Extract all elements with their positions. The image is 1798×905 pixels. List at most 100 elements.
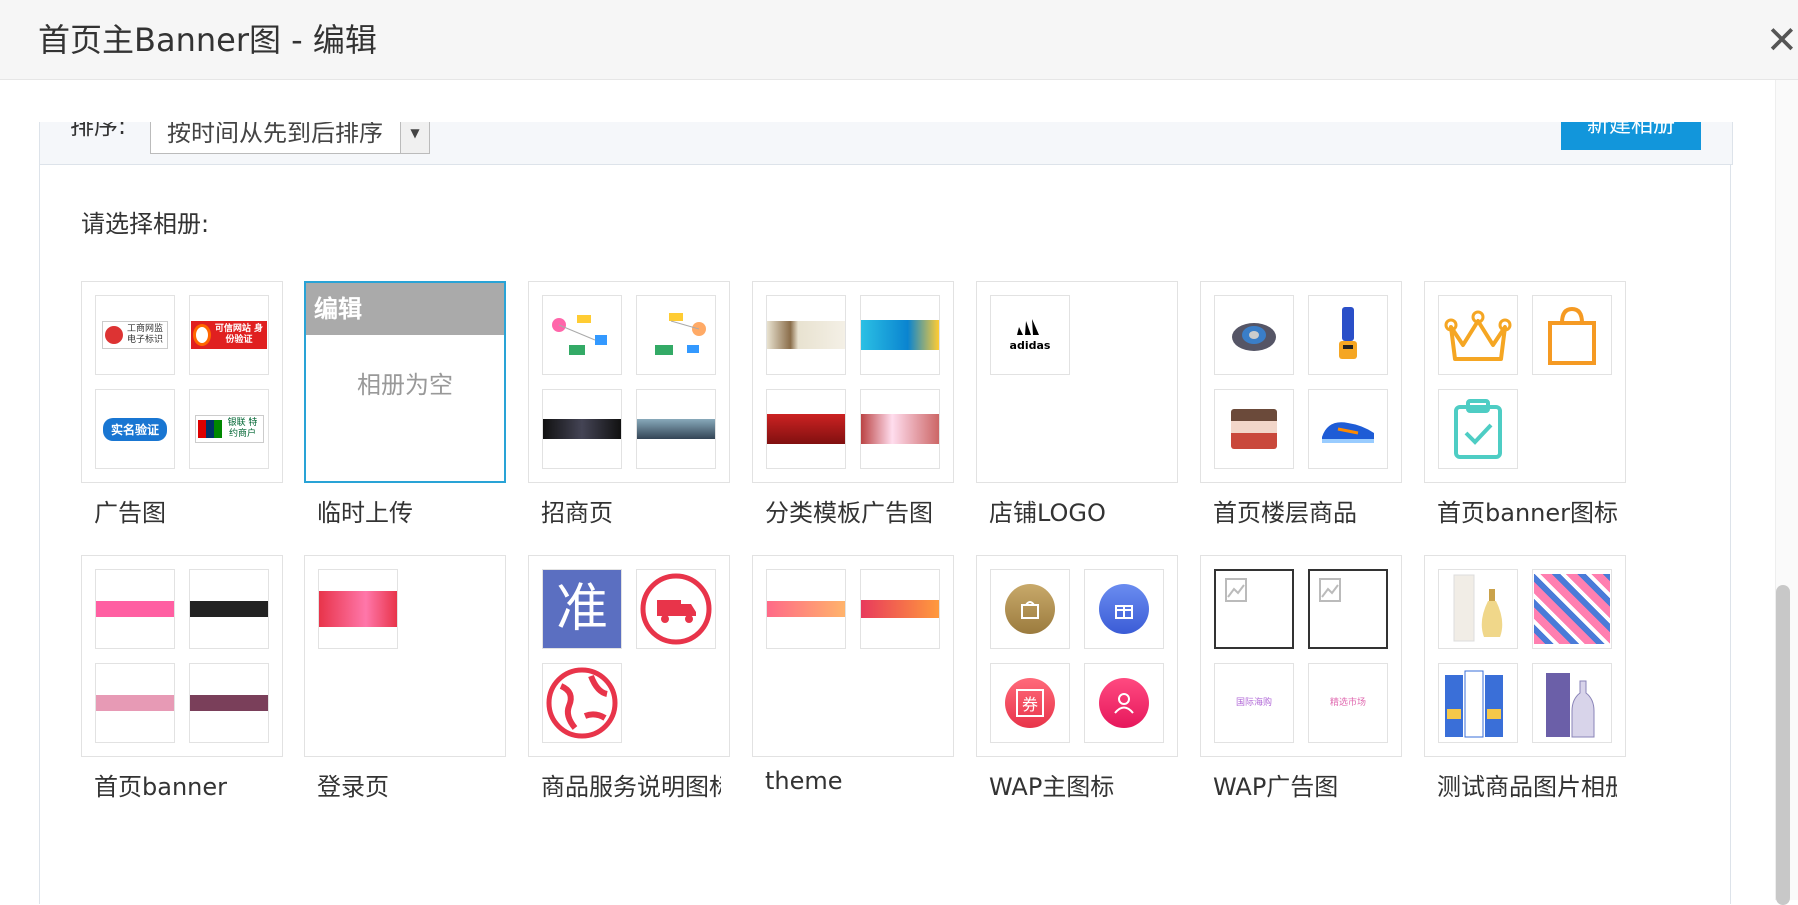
dialog-title: 首页主Banner图 - 编辑 (38, 21, 377, 59)
album-cover[interactable]: 编辑 相册为空 (304, 281, 506, 483)
album-cover[interactable]: adidas (976, 281, 1178, 483)
album-thumb (860, 389, 940, 469)
album-thumb (636, 389, 716, 469)
album-name: 测试商品图片相册 (1437, 773, 1617, 801)
album-thumb (542, 389, 622, 469)
robot-vacuum-image (1232, 323, 1276, 351)
album-name: WAP主图标 (989, 773, 1115, 801)
album-thumb (766, 389, 846, 469)
album-thumb (542, 295, 622, 375)
flow-diagram-image (552, 315, 607, 355)
liquor-boxes-image (1445, 670, 1503, 738)
theme-banner-image (767, 601, 845, 617)
select-album-prompt: 请选择相册: (81, 210, 210, 238)
album-thumb (636, 569, 716, 649)
liquor-bottle-image (1546, 673, 1595, 738)
album-thumb (95, 569, 175, 649)
dialog-header: 首页主Banner图 - 编辑 ✕ (0, 0, 1798, 80)
album-cover[interactable]: 工商网监 电子标识 可信网站 身份验证 实名验证 银联 特约商户 (81, 281, 283, 483)
delivery-truck-icon (640, 573, 712, 645)
album-name: 商品服务说明图标 (541, 773, 721, 801)
sort-label: 排序: (70, 122, 127, 140)
album-cover[interactable] (752, 555, 954, 757)
album-thumb: 准 (542, 569, 622, 649)
flow-diagram-image (655, 313, 706, 355)
red-promo-banner-image (767, 414, 845, 444)
edit-album-button[interactable]: 编辑 (306, 283, 504, 335)
album-name: 首页banner (94, 773, 227, 801)
album-thumb: 工商网监 电子标识 (95, 295, 175, 375)
sort-select-value: 按时间从先到后排序 (167, 122, 383, 147)
theme-banner-image (861, 600, 939, 618)
close-icon[interactable]: ✕ (1766, 18, 1798, 62)
sneaker-image (1322, 422, 1374, 443)
product-banner-image (767, 321, 845, 349)
toolbar: 排序: 按时间从先到后排序 ▲▼ 新建相册 (39, 122, 1733, 165)
dark-banner-image (543, 419, 621, 439)
album-cover[interactable]: 券 (976, 555, 1178, 757)
album-thumb (1532, 295, 1612, 375)
crown-icon (1444, 310, 1512, 361)
light-pink-banner-image (96, 695, 174, 711)
chevron-down-icon[interactable]: ▲▼ (400, 122, 429, 153)
globe-icon (546, 667, 618, 739)
overseas-banner-image: 国际海购 (1235, 697, 1272, 708)
album-name: 登录页 (317, 773, 389, 801)
person-photo-image (1231, 409, 1277, 449)
album-thumb (1438, 569, 1518, 649)
album-thumb (189, 569, 269, 649)
gift-icon (1099, 584, 1149, 634)
album-thumb (1308, 569, 1388, 649)
album-thumb (1438, 295, 1518, 375)
album-name: 招商页 (541, 499, 613, 527)
album-cover[interactable] (528, 281, 730, 483)
album-cover[interactable] (752, 281, 954, 483)
album-name: 临时上传 (317, 499, 413, 527)
image-placeholder-icon (1319, 578, 1341, 602)
album-thumb (1308, 295, 1388, 375)
album-name: theme (765, 767, 843, 795)
sort-select[interactable]: 按时间从先到后排序 ▲▼ (150, 122, 430, 154)
sale-banner-image (861, 320, 939, 350)
image-placeholder-icon (1225, 578, 1247, 602)
album-cover[interactable] (1424, 555, 1626, 757)
album-cover[interactable] (304, 555, 506, 757)
album-thumb: 可信网站 身份验证 (189, 295, 269, 375)
album-cover[interactable] (1200, 281, 1402, 483)
adidas-logo-icon (1016, 318, 1039, 335)
album-thumb (318, 569, 398, 649)
shopping-bag-icon (1005, 584, 1055, 634)
album-thumb (1214, 295, 1294, 375)
user-icon (1099, 678, 1149, 728)
album-cover[interactable]: 国际海购 精选市场 (1200, 555, 1402, 757)
album-thumb (95, 663, 175, 743)
album-thumb: 实名验证 (95, 389, 175, 469)
perfume-image (1453, 574, 1503, 642)
scrollbar-thumb[interactable] (1776, 585, 1790, 905)
product-pile-image (1534, 574, 1610, 644)
album-thumb: 券 (990, 663, 1070, 743)
clipboard-check-icon (1454, 399, 1502, 459)
album-thumb (1438, 663, 1518, 743)
coupon-icon: 券 (1005, 678, 1055, 728)
new-album-button[interactable]: 新建相册 (1561, 122, 1701, 150)
album-thumb (189, 663, 269, 743)
album-thumb: 银联 特约商户 (189, 389, 269, 469)
album-thumb (990, 569, 1070, 649)
blender-image (1339, 307, 1357, 359)
album-thumb (860, 569, 940, 649)
album-cover[interactable]: 准 (528, 555, 730, 757)
login-banner-image (319, 591, 397, 627)
album-thumb (542, 663, 622, 743)
album-name: 首页楼层商品 (1213, 499, 1357, 527)
store-banner-image (861, 414, 939, 444)
album-name: 分类模板广告图 (765, 499, 933, 527)
album-name: WAP广告图 (1213, 773, 1339, 801)
album-cover[interactable] (81, 555, 283, 757)
selection-banner-image: 精选市场 (1329, 697, 1366, 708)
album-thumb (1214, 569, 1294, 649)
album-thumb (1532, 569, 1612, 649)
album-cover[interactable] (1424, 281, 1626, 483)
album-thumb (1084, 663, 1164, 743)
album-thumb (1308, 389, 1388, 469)
